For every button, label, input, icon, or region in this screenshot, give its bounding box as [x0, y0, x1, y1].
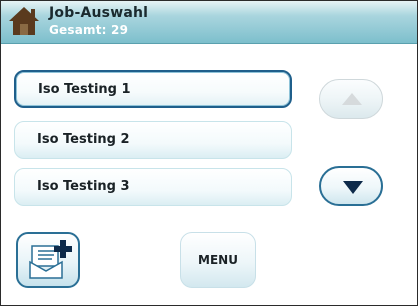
triangle-up-icon	[342, 93, 362, 105]
list-item-label: Iso Testing 1	[38, 82, 131, 97]
document-plus-icon	[29, 240, 72, 279]
scroll-up-button[interactable]	[319, 79, 383, 119]
page-title: Job-Auswahl	[49, 5, 149, 21]
list-item-label: Iso Testing 3	[37, 179, 130, 194]
menu-button[interactable]: MENU	[180, 232, 256, 288]
new-job-button[interactable]	[16, 232, 80, 288]
job-count: Gesamt: 29	[49, 23, 129, 37]
header-bar: Job-Auswahl Gesamt: 29	[1, 1, 417, 44]
screen: Job-Auswahl Gesamt: 29 Iso Testing 1 Iso…	[0, 0, 418, 306]
home-icon[interactable]	[7, 5, 41, 37]
list-item[interactable]: Iso Testing 1	[14, 70, 292, 108]
menu-button-label: MENU	[198, 253, 238, 267]
triangle-down-icon	[343, 181, 363, 194]
scroll-down-button[interactable]	[319, 166, 383, 206]
list-item-label: Iso Testing 2	[37, 132, 130, 147]
list-item[interactable]: Iso Testing 3	[14, 168, 292, 206]
list-item[interactable]: Iso Testing 2	[14, 121, 292, 159]
